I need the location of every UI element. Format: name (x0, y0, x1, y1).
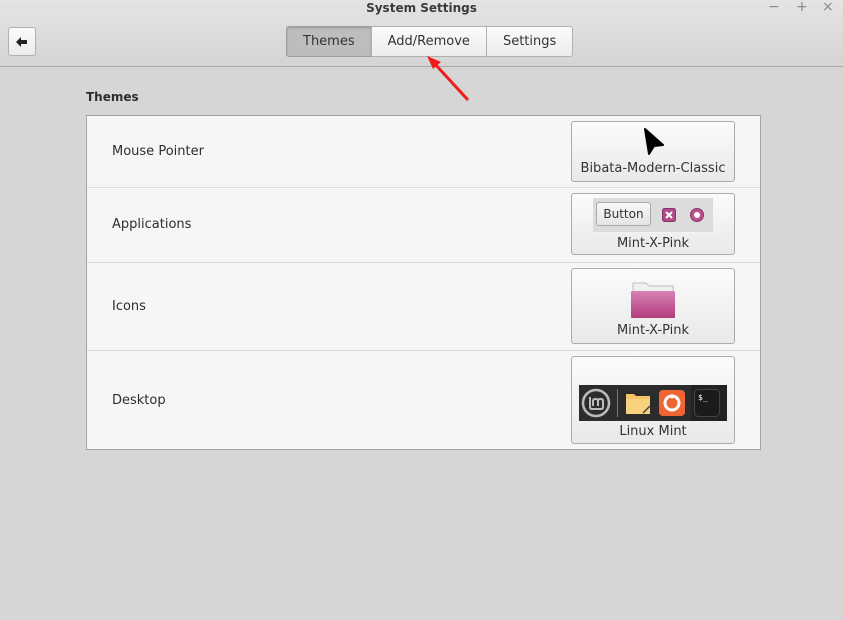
desktop-theme-button[interactable]: $_ Linux Mint (571, 356, 735, 444)
row-label: Desktop (112, 393, 166, 408)
tab-settings[interactable]: Settings (485, 26, 574, 57)
radio-icon (690, 208, 704, 222)
window-header: System Settings − + × Themes Add/Remove … (0, 0, 843, 67)
themes-panel: Mouse Pointer Bibata-Modern-Classic Appl… (86, 115, 761, 450)
mouse-pointer-theme-button[interactable]: Bibata-Modern-Classic (571, 121, 735, 182)
applications-theme-button[interactable]: Button Mint-X-Pink (571, 193, 735, 255)
back-button[interactable] (8, 27, 36, 56)
terminal-icon: $_ (694, 389, 720, 417)
tab-add-remove[interactable]: Add/Remove (370, 26, 487, 57)
theme-row-icons: Icons Mint-X-Pink (87, 262, 760, 351)
applications-theme-name: Mint-X-Pink (616, 236, 690, 251)
widget-preview: Button (593, 198, 713, 232)
row-label: Mouse Pointer (112, 144, 204, 159)
desktop-theme-name: Linux Mint (619, 424, 687, 439)
cursor-arrow-icon (644, 128, 664, 155)
theme-row-desktop: Desktop $_ Linux Mint (87, 350, 760, 449)
tab-bar: Themes Add/Remove Settings (286, 26, 574, 57)
minimize-button[interactable]: − (768, 0, 780, 14)
files-icon (626, 394, 651, 414)
folder-icon (631, 282, 675, 318)
theme-row-applications: Applications Button Mint-X-Pink (87, 187, 760, 263)
panel-preview: $_ (579, 385, 727, 421)
preview-button: Button (596, 202, 651, 226)
icons-theme-button[interactable]: Mint-X-Pink (571, 268, 735, 344)
svg-text:$_: $_ (698, 393, 708, 402)
back-arrow-icon (16, 36, 27, 47)
firefox-icon (659, 390, 685, 416)
row-label: Applications (112, 217, 192, 232)
window-title: System Settings (366, 1, 477, 15)
section-title: Themes (86, 90, 139, 104)
row-label: Icons (112, 299, 146, 314)
theme-row-mouse-pointer: Mouse Pointer Bibata-Modern-Classic (87, 116, 760, 188)
maximize-button[interactable]: + (796, 0, 808, 14)
icons-theme-name: Mint-X-Pink (616, 323, 690, 338)
mint-logo-icon (581, 388, 611, 418)
close-button[interactable]: × (822, 0, 834, 14)
mouse-pointer-theme-name: Bibata-Modern-Classic (580, 161, 726, 176)
tab-themes[interactable]: Themes (286, 26, 372, 57)
checkbox-icon (662, 208, 676, 222)
